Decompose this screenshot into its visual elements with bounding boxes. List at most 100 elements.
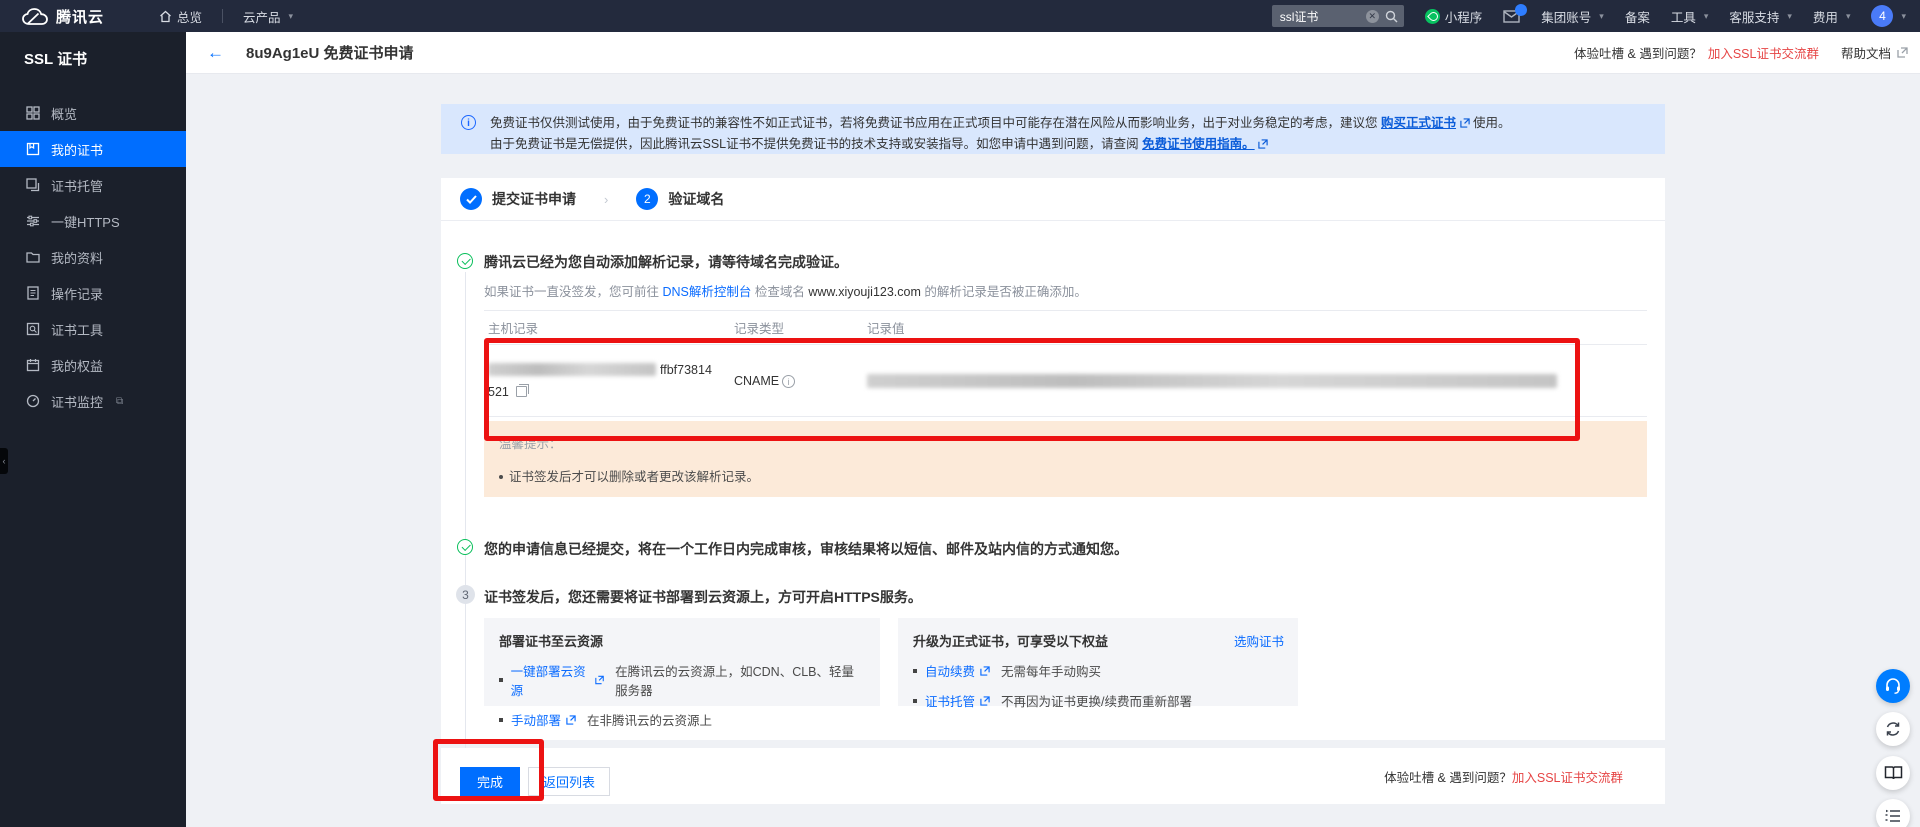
deploy-box-title: 部署证书至云资源 (499, 631, 866, 650)
notice-title: 温馨提示： (499, 433, 1647, 452)
sidebar-item-my-benefits[interactable]: 我的权益 (0, 347, 186, 383)
tencent-cloud-logo[interactable]: 腾讯云 (22, 6, 104, 27)
log-icon (26, 286, 40, 300)
top-nav: 腾讯云 总览 云产品 ▾ ✕ 小程序 (0, 0, 1920, 32)
masked-record-value (867, 374, 1557, 388)
search-input[interactable] (1278, 8, 1360, 24)
survey-list-button[interactable] (1876, 799, 1910, 827)
documentation-button[interactable] (1876, 756, 1910, 790)
sidebar-item-cert-tools[interactable]: 证书工具 (0, 311, 186, 347)
chevron-right-icon: › (604, 192, 608, 207)
divider (222, 9, 223, 23)
external-link-icon (1460, 118, 1470, 128)
nav-tools[interactable]: 工具 ▾ (1671, 7, 1709, 26)
certificate-icon (26, 142, 40, 156)
external-link-icon (980, 666, 990, 676)
feedback-prefix: 体验吐槽 & 遇到问题？ (1574, 43, 1702, 62)
back-to-list-button[interactable]: 返回列表 (528, 767, 610, 796)
refresh-arrows-icon (1884, 720, 1902, 738)
nav-group-account[interactable]: 集团账号 ▾ (1541, 7, 1604, 26)
tools-icon (26, 322, 40, 336)
chevron-down-icon: ▾ (1787, 11, 1792, 22)
search-icon[interactable] (1385, 10, 1398, 23)
dns-section-heading: 腾讯云已经为您自动添加解析记录，请等待域名完成验证。 (484, 252, 848, 272)
nav-miniprogram[interactable]: 小程序 (1425, 7, 1483, 26)
external-link-icon (1897, 47, 1908, 58)
sidebar-item-my-profile[interactable]: 我的资料 (0, 239, 186, 275)
upgrade-box-title: 升级为正式证书，可享受以下权益 (913, 631, 1284, 650)
auto-renew-link[interactable]: 自动续费 (925, 661, 975, 680)
cert-hosting-link[interactable]: 证书托管 (925, 691, 975, 710)
list-icon (1884, 808, 1902, 824)
notification-badge (1515, 4, 1527, 16)
help-doc-link[interactable]: 帮助文档 (1841, 43, 1891, 62)
nav-support[interactable]: 客服支持 ▾ (1729, 7, 1792, 26)
nav-billing[interactable]: 费用 ▾ (1813, 7, 1851, 26)
chevron-down-icon: ▾ (1704, 11, 1709, 22)
chevron-down-icon: ▾ (289, 11, 294, 22)
success-check-icon (457, 253, 473, 269)
step3-number: 3 (456, 585, 475, 604)
warm-notice-box: 温馨提示： 证书签发后才可以删除或者更改该解析记录。 (484, 421, 1647, 497)
info-icon: i (461, 115, 476, 130)
overview-icon (26, 106, 40, 120)
join-group-link[interactable]: 加入SSL证书交流群 (1708, 43, 1819, 62)
calendar-icon (26, 358, 40, 372)
sidebar-item-operation-log[interactable]: 操作记录 (0, 275, 186, 311)
success-check-icon (457, 539, 473, 555)
sidebar: SSL 证书 概览 我的证书 证书托管 一键HTTPS 我的资料 (0, 32, 186, 827)
done-button[interactable]: 完成 (460, 767, 520, 796)
info-tooltip-icon[interactable]: i (782, 375, 795, 388)
miniprogram-icon (1425, 9, 1440, 24)
list-item: 自动续费 无需每年手动购买 (913, 661, 1284, 680)
join-group-link[interactable]: 加入SSL证书交流群 (1512, 767, 1623, 786)
host-record-line2: 521 (488, 385, 509, 399)
deploy-section-text: 证书签发后，您还需要将证书部署到云资源上，方可开启HTTPS服务。 (484, 587, 922, 607)
main-card: 提交证书申请 › 2 验证域名 腾讯云已经为您自动添加解析记录，请等待域名完成验… (441, 178, 1665, 740)
folder-icon (26, 250, 40, 264)
manual-deploy-link[interactable]: 手动部署 (511, 710, 561, 729)
customer-service-button[interactable] (1876, 669, 1910, 703)
feedback-refresh-button[interactable] (1876, 712, 1910, 746)
banner-line1: 免费证书仅供测试使用，由于免费证书的兼容性不如正式证书，若将免费证书应用在正式项… (490, 113, 1511, 134)
free-cert-guide-link[interactable]: 免费证书使用指南。 (1142, 137, 1255, 151)
col-record-value: 记录值 (867, 318, 1647, 337)
step2-number: 2 (636, 188, 658, 210)
nav-messages[interactable] (1503, 10, 1520, 23)
cloud-logo-icon (22, 8, 48, 25)
feedback-prefix: 体验吐槽 & 遇到问题？ (1384, 767, 1512, 786)
sidebar-item-cert-monitor[interactable]: 证书监控 ⧉ (0, 383, 186, 419)
one-click-deploy-link[interactable]: 一键部署云资源 (511, 661, 590, 699)
copy-icon[interactable] (516, 386, 527, 397)
buy-formal-cert-link[interactable]: 购买正式证书 (1381, 116, 1456, 130)
deploy-box: 部署证书至云资源 一键部署云资源 在腾讯云的云资源上，如CDN、CLB、轻量服务… (484, 618, 880, 706)
external-link-icon (566, 715, 576, 725)
masked-host-record (488, 363, 656, 376)
nav-products[interactable]: 云产品 ▾ (243, 7, 293, 26)
clear-search-icon[interactable]: ✕ (1366, 10, 1379, 23)
app-root: 腾讯云 总览 云产品 ▾ ✕ 小程序 (0, 0, 1920, 827)
free-cert-info-banner: i 免费证书仅供测试使用，由于免费证书的兼容性不如正式证书，若将免费证书应用在正… (441, 104, 1665, 154)
nav-overview[interactable]: 总览 (159, 7, 202, 26)
page-title: 8u9Ag1eU 免费证书申请 (246, 42, 414, 63)
external-link-icon (595, 675, 604, 685)
monitor-gauge-icon (26, 394, 40, 408)
nav-account[interactable]: 4 ▾ (1871, 5, 1906, 27)
bullet-dot (499, 718, 503, 722)
upgrade-box: 升级为正式证书，可享受以下权益 选购证书 自动续费 无需每年手动购买 证书托管 … (898, 618, 1298, 706)
external-link-icon (980, 696, 990, 706)
nav-search[interactable]: ✕ (1272, 5, 1404, 27)
col-record-type: 记录类型 (734, 318, 867, 337)
nav-icp[interactable]: 备案 (1625, 7, 1650, 26)
sidebar-item-overview[interactable]: 概览 (0, 95, 186, 131)
sidebar-item-one-click-https[interactable]: 一键HTTPS (0, 203, 186, 239)
list-item: 手动部署 在非腾讯云的云资源上 (499, 710, 866, 729)
external-link-icon (1258, 139, 1268, 149)
sidebar-item-my-certificates[interactable]: 我的证书 (0, 131, 186, 167)
sidebar-collapse-handle[interactable]: ‹ (0, 448, 8, 474)
sidebar-item-cert-hosting[interactable]: 证书托管 (0, 167, 186, 203)
buy-cert-link[interactable]: 选购证书 (1234, 631, 1284, 650)
back-arrow-icon[interactable]: ← (207, 43, 224, 63)
record-type-value: CNAME (734, 374, 779, 388)
dns-console-link[interactable]: DNS解析控制台 (662, 285, 751, 299)
